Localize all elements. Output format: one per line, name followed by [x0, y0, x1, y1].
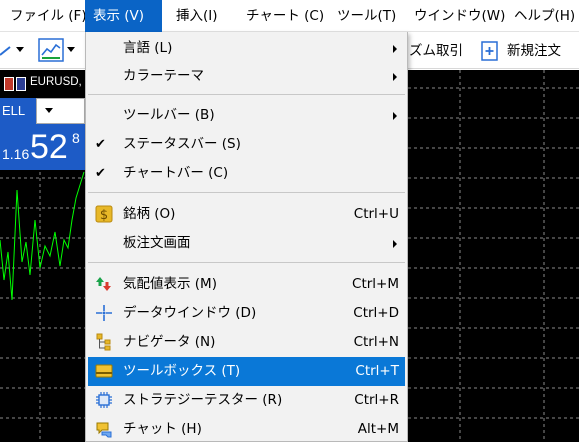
menu-item-label: データウインドウ (D) — [123, 305, 257, 321]
submenu-arrow-icon — [393, 240, 397, 248]
menu-separator — [88, 192, 405, 193]
menu-item-language[interactable]: 言語 (L) — [88, 34, 405, 63]
algo-trading-button[interactable]: ズム取引 — [409, 33, 463, 69]
menu-item-shortcut: Ctrl+U — [353, 206, 399, 222]
menu-item-shortcut: Ctrl+N — [353, 334, 399, 350]
menu-help[interactable]: ヘルプ(H) — [506, 0, 579, 32]
price-prefix: 1.16 — [2, 146, 30, 162]
lot-size-select[interactable] — [36, 98, 85, 124]
symbol-label: EURUSD, — [30, 76, 82, 88]
menu-item-toolbox[interactable]: ツールボックス (T) Ctrl+T — [88, 357, 405, 386]
menubar: ファイル (F) 表示 (V) 挿入(I) チャート (C) ツール(T) ウイ… — [0, 0, 579, 32]
menu-window[interactable]: ウインドウ(W) — [406, 0, 513, 32]
menu-separator — [88, 94, 405, 95]
price-pip-digit: 8 — [72, 130, 80, 146]
menu-item-label: ストラテジーテスター (R) — [123, 392, 283, 408]
sell-price[interactable]: 1.16 52 8 — [0, 124, 85, 170]
menu-item-shortcut: Alt+M — [357, 421, 399, 437]
menu-item-shortcut: Ctrl+R — [354, 392, 399, 408]
price-big-digits: 52 — [30, 128, 68, 166]
menu-item-label: 板注文画面 — [123, 235, 191, 251]
toolbox-icon — [95, 364, 113, 378]
menu-item-toolbar[interactable]: ツールバー (B) — [88, 101, 405, 130]
menu-item-market-watch[interactable]: 気配値表示 (M) Ctrl+M — [88, 270, 405, 299]
checkmark-icon: ✔ — [95, 137, 106, 152]
market-watch-icon — [96, 277, 111, 291]
menu-item-label: ステータスバー (S) — [123, 136, 241, 152]
menu-item-shortcut: Ctrl+D — [353, 305, 399, 321]
menu-item-strategy-tester[interactable]: ストラテジーテスター (R) Ctrl+R — [88, 386, 405, 415]
menu-item-navigator[interactable]: ナビゲータ (N) Ctrl+N — [88, 328, 405, 357]
menu-item-shortcut: Ctrl+T — [355, 363, 399, 379]
submenu-arrow-icon — [393, 73, 397, 81]
menu-tools[interactable]: ツール(T) — [329, 0, 404, 32]
symbol-tab[interactable]: EURUSD, — [0, 70, 85, 98]
chip-icon — [96, 392, 112, 408]
flag-icon — [4, 77, 26, 91]
menu-view[interactable]: 表示 (V) — [85, 0, 162, 32]
menu-item-symbols[interactable]: $ 銘柄 (O) Ctrl+U — [88, 200, 405, 229]
new-order-button[interactable]: 新規注文 — [507, 33, 561, 69]
checkmark-icon: ✔ — [95, 166, 106, 181]
menu-item-label: ツールバー (B) — [123, 107, 215, 123]
menu-item-status-bar[interactable]: ✔ ステータスバー (S) — [88, 130, 405, 159]
menu-item-color-theme[interactable]: カラーテーマ — [88, 62, 405, 91]
menu-item-chat[interactable]: チャット (H) Alt+M — [88, 415, 405, 442]
svg-text:$: $ — [100, 208, 108, 223]
new-order-icon[interactable] — [479, 40, 501, 62]
indicator-chart-icon[interactable] — [38, 38, 64, 64]
navigator-tree-icon — [96, 333, 111, 351]
sell-button[interactable]: ELL — [0, 98, 36, 124]
menu-item-label: チャット (H) — [123, 421, 202, 437]
menu-item-chart-bar[interactable]: ✔ チャートバー (C) — [88, 159, 405, 188]
menu-item-label: 銘柄 (O) — [123, 206, 176, 222]
chat-bubble-icon — [96, 422, 112, 438]
chevron-down-icon[interactable] — [67, 47, 75, 53]
menu-insert[interactable]: 挿入(I) — [168, 0, 226, 32]
menu-item-label: カラーテーマ — [123, 68, 204, 84]
menu-item-label: ツールボックス (T) — [123, 363, 241, 379]
menu-item-depth-of-market[interactable]: 板注文画面 — [88, 229, 405, 258]
menu-item-shortcut: Ctrl+M — [352, 276, 399, 292]
chevron-down-icon[interactable] — [16, 47, 24, 53]
menu-file[interactable]: ファイル (F) — [2, 0, 95, 32]
menu-item-label: ナビゲータ (N) — [123, 334, 216, 350]
view-menu-dropdown: 言語 (L) カラーテーマ ツールバー (B) ✔ ステータスバー (S) ✔ … — [85, 32, 408, 442]
dollar-icon: $ — [95, 205, 113, 223]
line-tool-icon[interactable] — [0, 41, 14, 61]
price-line — [0, 171, 85, 301]
menu-item-data-window[interactable]: データウインドウ (D) Ctrl+D — [88, 299, 405, 328]
submenu-arrow-icon — [393, 112, 397, 120]
menu-item-label: 気配値表示 (M) — [123, 276, 217, 292]
submenu-arrow-icon — [393, 45, 397, 53]
chevron-down-icon — [45, 108, 53, 113]
crosshair-icon — [96, 305, 112, 321]
menu-chart[interactable]: チャート (C) — [238, 0, 332, 32]
menu-item-label: チャートバー (C) — [123, 165, 229, 181]
menu-item-label: 言語 (L) — [123, 40, 173, 56]
menu-separator — [88, 262, 405, 263]
